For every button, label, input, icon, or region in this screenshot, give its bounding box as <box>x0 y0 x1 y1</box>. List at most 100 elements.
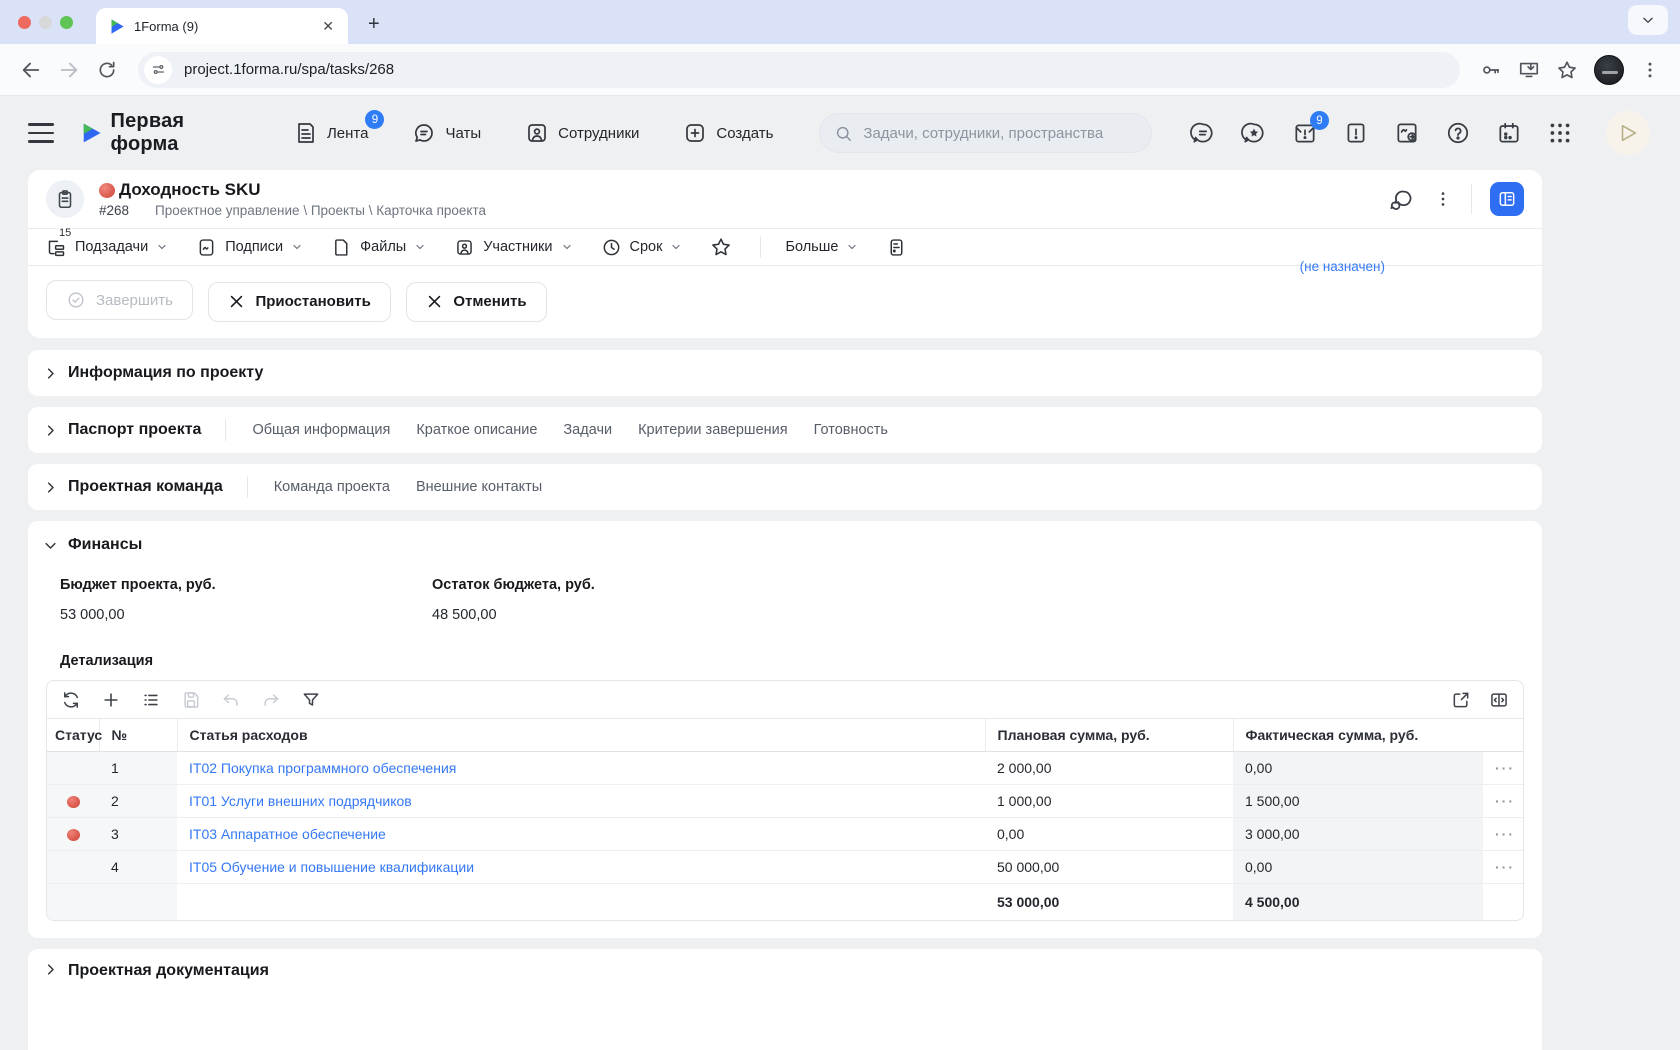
expense-item-link[interactable]: IT01 Услуги внешних подрядчиков <box>189 793 412 809</box>
tab-readiness[interactable]: Готовность <box>814 422 888 438</box>
complete-button[interactable]: Завершить <box>46 280 193 320</box>
toolbar-participants[interactable]: Участники <box>454 237 572 258</box>
apps-grid-icon[interactable] <box>1547 120 1573 146</box>
col-num: № <box>98 718 177 752</box>
global-search[interactable] <box>819 113 1152 153</box>
alerts-box-icon[interactable] <box>1343 120 1369 146</box>
comments-bubble-icon[interactable] <box>1190 120 1216 146</box>
row-plan[interactable]: 2 000,00 <box>985 751 1233 785</box>
breadcrumb[interactable]: Проектное управление \ Проекты \ Карточк… <box>155 203 486 218</box>
toolbar-more[interactable]: Больше <box>785 239 858 255</box>
nav-item-feed[interactable]: Лента 9 <box>294 110 385 145</box>
tab-completion-criteria[interactable]: Критерии завершения <box>638 422 787 438</box>
section-title: Финансы <box>68 536 143 553</box>
table-row[interactable]: 3 IT03 Аппаратное обеспечение 0,00 3 000… <box>47 817 1523 851</box>
expense-item-link[interactable]: IT03 Аппаратное обеспечение <box>189 826 386 842</box>
site-settings-icon[interactable] <box>144 55 172 84</box>
undo-icon[interactable] <box>221 690 241 710</box>
save-icon[interactable] <box>181 690 201 710</box>
passport-tabs: Общая информация Краткое описание Задачи… <box>225 419 888 441</box>
approvals-icon[interactable] <box>1394 120 1420 146</box>
install-app-icon[interactable] <box>1518 59 1540 81</box>
hamburger-menu-icon[interactable] <box>28 118 55 148</box>
toolbar-subtasks[interactable]: 15 Подзадачи <box>46 226 168 258</box>
expand-grid-icon[interactable] <box>1451 690 1471 710</box>
row-menu-button[interactable]: ··· <box>1483 751 1523 785</box>
toolbar-favorite[interactable] <box>710 236 732 258</box>
tab-close-icon[interactable]: ✕ <box>318 17 338 35</box>
bookmark-star-icon[interactable] <box>1556 59 1578 81</box>
tab-short-description[interactable]: Краткое описание <box>416 422 537 438</box>
search-input[interactable] <box>863 124 1137 142</box>
row-menu-button[interactable]: ··· <box>1483 817 1523 851</box>
toolbar-files[interactable]: Файлы <box>331 237 426 258</box>
browser-menu-icon[interactable] <box>1640 60 1660 80</box>
window-zoom-button[interactable] <box>60 15 73 29</box>
url-bar[interactable]: project.1forma.ru/spa/tasks/268 <box>138 51 1460 88</box>
calendar-icon[interactable] <box>1496 120 1522 146</box>
toolbar-due[interactable]: Срок <box>601 237 683 258</box>
forward-icon[interactable] <box>52 53 86 87</box>
finance-header[interactable]: Финансы <box>28 521 1542 569</box>
row-plan[interactable]: 50 000,00 <box>985 850 1233 884</box>
reload-icon[interactable] <box>90 53 124 87</box>
col-status: Статус <box>47 718 102 752</box>
profile-avatar[interactable] <box>1594 54 1624 85</box>
cancel-button[interactable]: Отменить <box>406 281 547 322</box>
table-row[interactable]: 4 IT05 Обучение и повышение квалификации… <box>47 850 1523 884</box>
unassigned-link[interactable]: (не назначен) <box>1300 259 1385 274</box>
table-row[interactable]: 1 IT02 Покупка программного обеспечения … <box>47 751 1523 785</box>
chevron-down-icon <box>846 241 858 253</box>
pause-button[interactable]: Приостановить <box>208 281 391 322</box>
list-view-icon[interactable] <box>141 690 161 710</box>
password-key-icon[interactable] <box>1480 59 1502 81</box>
row-plan[interactable]: 1 000,00 <box>985 784 1233 818</box>
window-close-button[interactable] <box>18 15 31 29</box>
help-icon[interactable] <box>1445 120 1471 146</box>
back-icon[interactable] <box>14 53 48 87</box>
row-menu-button[interactable]: ··· <box>1483 784 1523 818</box>
task-menu-kebab-icon[interactable] <box>1433 189 1453 209</box>
toolbar-form-view[interactable] <box>886 237 907 258</box>
form-view-icon <box>886 237 907 258</box>
chevron-right-icon[interactable] <box>43 423 58 438</box>
filter-icon[interactable] <box>301 690 321 710</box>
refresh-icon[interactable] <box>61 690 81 710</box>
new-tab-button[interactable]: + <box>362 13 386 36</box>
toolbar-signatures[interactable]: Подписи <box>196 237 303 258</box>
nav-item-create[interactable]: Создать <box>683 121 773 145</box>
column-settings-icon[interactable] <box>1489 690 1509 710</box>
row-fact[interactable]: 1 500,00 <box>1233 784 1483 818</box>
row-fact[interactable]: 0,00 <box>1233 850 1483 884</box>
browser-tab[interactable]: 1Forma (9) ✕ <box>96 8 348 44</box>
nav-item-label: Создать <box>716 124 774 142</box>
tab-tasks[interactable]: Задачи <box>563 422 612 438</box>
window-minimize-button[interactable] <box>39 15 52 29</box>
task-chat-icon[interactable] <box>1388 186 1415 213</box>
add-row-icon[interactable] <box>101 690 121 710</box>
row-menu-button[interactable]: ··· <box>1483 850 1523 884</box>
notifications-mail-icon[interactable]: 9 <box>1292 111 1329 146</box>
section-title[interactable]: Проектная команда <box>68 478 223 496</box>
row-plan[interactable]: 0,00 <box>985 817 1233 851</box>
section-title[interactable]: Паспорт проекта <box>68 421 201 439</box>
row-fact[interactable]: 0,00 <box>1233 751 1483 785</box>
nav-item-employees[interactable]: Сотрудники <box>525 121 639 145</box>
tab-external-contacts[interactable]: Внешние контакты <box>416 479 542 495</box>
section-project-info[interactable]: Информация по проекту <box>28 350 1542 396</box>
tab-project-team[interactable]: Команда проекта <box>274 479 390 495</box>
tab-search-button[interactable] <box>1628 5 1668 35</box>
tab-general-info[interactable]: Общая информация <box>252 422 390 438</box>
brand[interactable]: Первая форма <box>80 110 238 156</box>
chevron-right-icon[interactable] <box>43 480 58 495</box>
redo-icon[interactable] <box>261 690 281 710</box>
table-row[interactable]: 2 IT01 Услуги внешних подрядчиков 1 000,… <box>47 784 1523 818</box>
expense-item-link[interactable]: IT02 Покупка программного обеспечения <box>189 760 456 776</box>
section-documentation[interactable]: Проектная документация <box>28 948 1542 1050</box>
favorites-bubble-icon[interactable] <box>1241 120 1267 146</box>
nav-item-chats[interactable]: Чаты <box>412 121 481 145</box>
assistant-play-icon[interactable] <box>1606 111 1650 155</box>
side-panel-toggle-button[interactable] <box>1490 182 1524 216</box>
row-fact[interactable]: 3 000,00 <box>1233 817 1483 851</box>
expense-item-link[interactable]: IT05 Обучение и повышение квалификации <box>189 859 474 875</box>
